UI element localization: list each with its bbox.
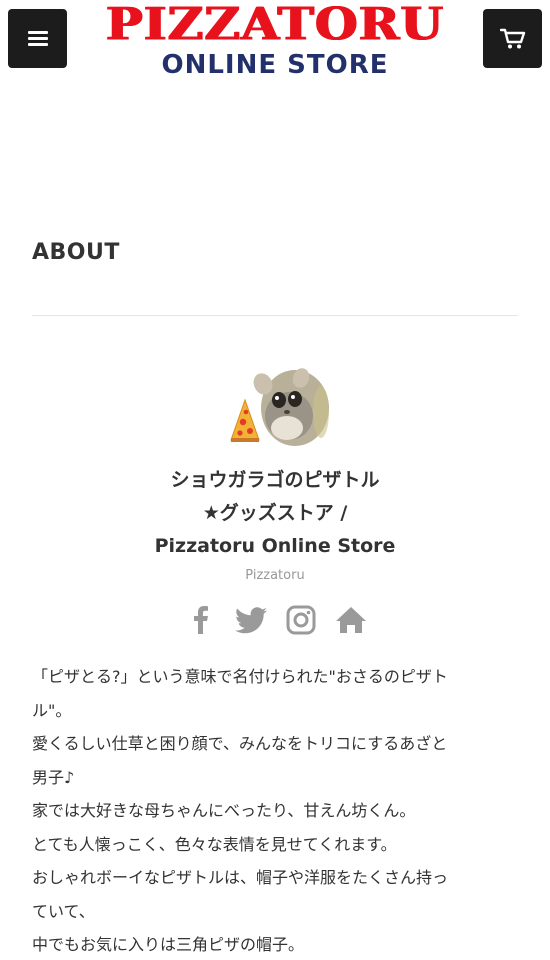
about-text-line: ていて、 (32, 901, 95, 921)
logo-sub-text: ONLINE STORE (161, 50, 389, 80)
store-name: ショウガラゴのピザトル ★グッズストア / Pizzatoru Online S… (0, 464, 550, 563)
hamburger-menu-icon (27, 31, 48, 46)
menu-button[interactable] (8, 9, 67, 68)
social-links (183, 601, 369, 639)
about-text-line: 愛くるしい仕草と困り顔で、みんなをトリコにするあざと (32, 734, 448, 753)
shopping-cart-icon (499, 28, 525, 48)
owner-name: Pizzatoru (245, 568, 305, 583)
about-title: ABOUT (32, 240, 120, 265)
site-header: PIZZATORU ONLINE STORE (0, 0, 550, 90)
home-icon (336, 607, 366, 633)
about-text-line: おしゃれボーイなピザトルは、帽子や洋服をたくさん持っ (32, 868, 449, 887)
instagram-link[interactable] (283, 602, 319, 638)
store-name-line: Pizzatoru Online Store (154, 535, 396, 557)
about-text-line: とても人懐っこく、色々な表情を見せてくれます。 (32, 834, 397, 854)
about-text-line: 中でもお気に入りは三角ピザの帽子。 (32, 935, 305, 954)
facebook-icon (194, 606, 208, 634)
store-name-line: ★グッズストア / (202, 502, 348, 524)
about-text-line: 家では大好きな母ちゃんにべったり、甘えん坊くん。 (32, 801, 416, 820)
about-text-line: 「ピザとる?」という意味で名付けられた"おさるのピザト (32, 667, 448, 686)
store-avatar (227, 362, 331, 448)
store-name-line: ショウガラゴのピザトル (170, 469, 380, 491)
store-logo[interactable]: PIZZATORU ONLINE STORE (78, 0, 472, 90)
about-description: 「ピザとる?」という意味で名付けられた"おさるのピザト ル"。 愛くるしい仕草と… (32, 660, 524, 960)
facebook-link[interactable] (183, 602, 219, 638)
galago-photo (253, 368, 329, 446)
about-text-line: 男子♪ (32, 767, 75, 787)
twitter-icon (235, 606, 267, 633)
divider (32, 315, 518, 316)
about-text-line: ル"。 (32, 700, 72, 720)
twitter-link[interactable] (233, 602, 269, 638)
pizza-icon (230, 398, 260, 442)
cart-button[interactable] (483, 9, 542, 68)
instagram-icon (286, 605, 316, 635)
logo-main-text: PIZZATORU (105, 0, 445, 51)
home-link[interactable] (333, 602, 369, 638)
